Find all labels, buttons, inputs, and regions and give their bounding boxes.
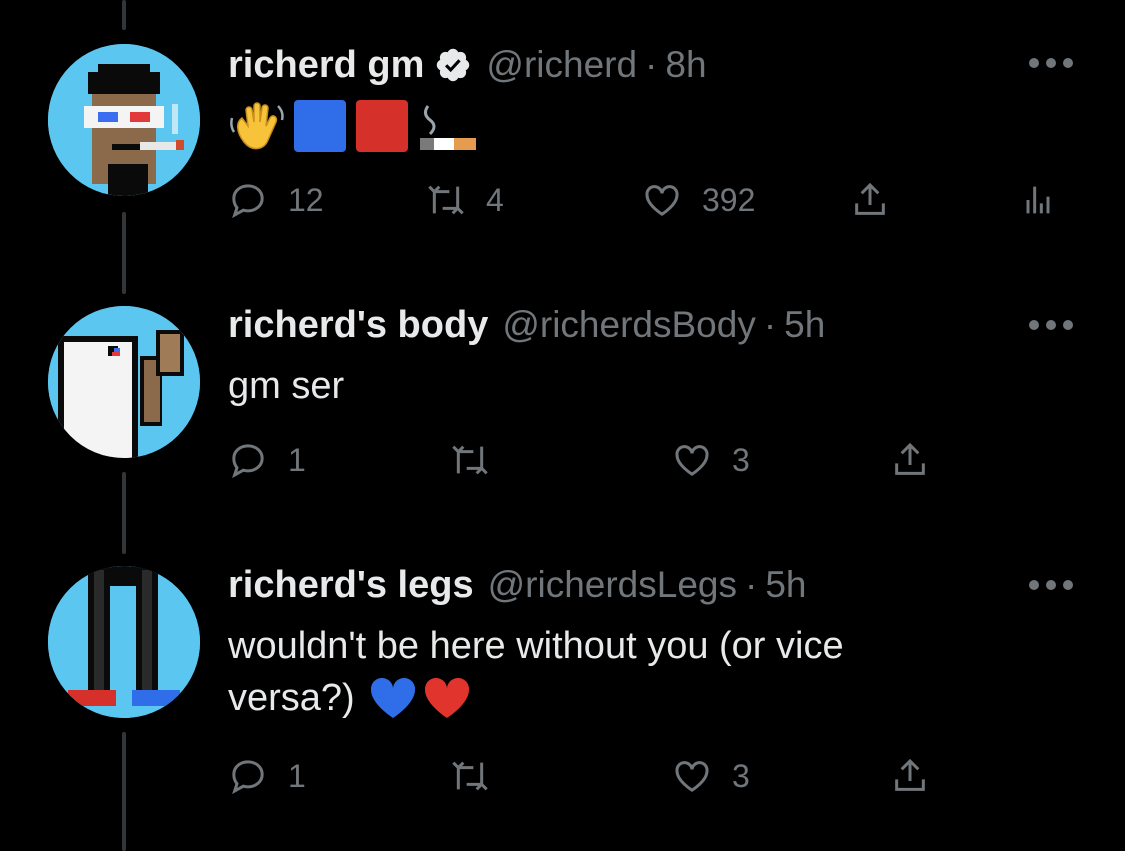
- timestamp[interactable]: 5h: [784, 304, 825, 346]
- tweet-text-fragment: versa?): [228, 677, 355, 719]
- retweet-button[interactable]: [450, 756, 490, 796]
- avatar-legs-image: [48, 566, 200, 718]
- reply-button[interactable]: 1: [228, 756, 306, 796]
- red-square-icon: [356, 100, 408, 152]
- cigarette-icon: [420, 105, 476, 150]
- like-count: 392: [702, 181, 756, 218]
- reply-icon: [232, 444, 264, 479]
- handle[interactable]: @richerd: [486, 44, 637, 86]
- more-options-icon[interactable]: [1029, 320, 1073, 332]
- retweet-button[interactable]: 4: [426, 180, 504, 220]
- red-heart-icon: [424, 677, 469, 718]
- share-icon: [855, 182, 885, 215]
- tweet-header: richerd's legs @richerdsLegs · 5h: [228, 560, 806, 610]
- share-button[interactable]: [890, 440, 930, 480]
- display-name[interactable]: richerd gm: [228, 44, 424, 87]
- separator-dot: ·: [645, 44, 658, 85]
- waving-hand-icon: [230, 102, 284, 150]
- reply-count: 12: [288, 181, 324, 218]
- tweet-text-line: wouldn't be here without you (or vice: [228, 625, 844, 667]
- tweet-richerds-legs[interactable]: richerd's legs @richerdsLegs · 5h wouldn…: [0, 520, 1125, 851]
- like-count: 3: [732, 757, 750, 794]
- blue-heart-icon: [370, 677, 415, 718]
- tweet-richerd-gm[interactable]: richerd gm @richerd · 8h 12 4 392: [0, 0, 1125, 260]
- reply-button[interactable]: 12: [228, 180, 324, 220]
- handle[interactable]: @richerdsLegs: [488, 564, 737, 606]
- reply-count: 1: [288, 441, 306, 478]
- share-button[interactable]: [850, 180, 890, 220]
- retweet-count: 4: [486, 181, 504, 218]
- tweet-actions: 1 3: [228, 756, 1088, 804]
- avatar[interactable]: [48, 44, 200, 196]
- timestamp[interactable]: 8h: [665, 44, 706, 86]
- display-name[interactable]: richerd's body: [228, 304, 488, 347]
- heart-icon: [675, 761, 709, 792]
- handle[interactable]: @richerdsBody: [502, 304, 756, 346]
- avatar-punk-3d-glasses-image: [48, 44, 200, 196]
- share-icon: [895, 442, 925, 475]
- like-count: 3: [732, 441, 750, 478]
- separator-dot: ·: [763, 304, 777, 345]
- retweet-icon: [452, 445, 488, 475]
- heart-icon: [645, 185, 679, 216]
- timestamp[interactable]: 5h: [765, 564, 806, 606]
- share-icon: [895, 758, 925, 791]
- reply-icon: [232, 184, 264, 219]
- tweet-text-emojis: [228, 98, 478, 154]
- reply-icon: [232, 760, 264, 795]
- tweet-text: gm ser: [228, 365, 345, 407]
- tweet-text-line: versa?): [228, 672, 1008, 724]
- like-button[interactable]: 392: [642, 180, 755, 220]
- tweet-actions: 1 3: [228, 440, 1088, 488]
- tweet-richerds-body[interactable]: richerd's body @richerdsBody · 5h gm ser…: [0, 260, 1125, 520]
- separator-dot: ·: [744, 564, 758, 605]
- tweet-header: richerd's body @richerdsBody · 5h: [228, 300, 825, 350]
- retweet-button[interactable]: [450, 440, 490, 480]
- retweet-icon: [428, 185, 464, 215]
- avatar[interactable]: [48, 306, 200, 458]
- like-button[interactable]: 3: [672, 440, 750, 480]
- share-button[interactable]: [890, 756, 930, 796]
- more-options-icon[interactable]: [1029, 580, 1073, 592]
- tweet-actions: 12 4 392: [228, 180, 1088, 228]
- analytics-icon: [1026, 186, 1050, 214]
- heart-icon: [675, 445, 709, 476]
- reply-button[interactable]: 1: [228, 440, 306, 480]
- verified-badge-icon: [434, 46, 472, 84]
- more-options-icon[interactable]: [1029, 58, 1073, 70]
- blue-square-icon: [294, 100, 346, 152]
- analytics-button[interactable]: [1018, 180, 1058, 220]
- tweet-header: richerd gm @richerd · 8h: [228, 40, 707, 90]
- reply-count: 1: [288, 757, 306, 794]
- display-name[interactable]: richerd's legs: [228, 564, 474, 607]
- avatar[interactable]: [48, 566, 200, 718]
- retweet-icon: [452, 761, 488, 791]
- like-button[interactable]: 3: [672, 756, 750, 796]
- tweet-text: wouldn't be here without you (or vice ve…: [228, 620, 1008, 724]
- avatar-body-image: [48, 306, 200, 458]
